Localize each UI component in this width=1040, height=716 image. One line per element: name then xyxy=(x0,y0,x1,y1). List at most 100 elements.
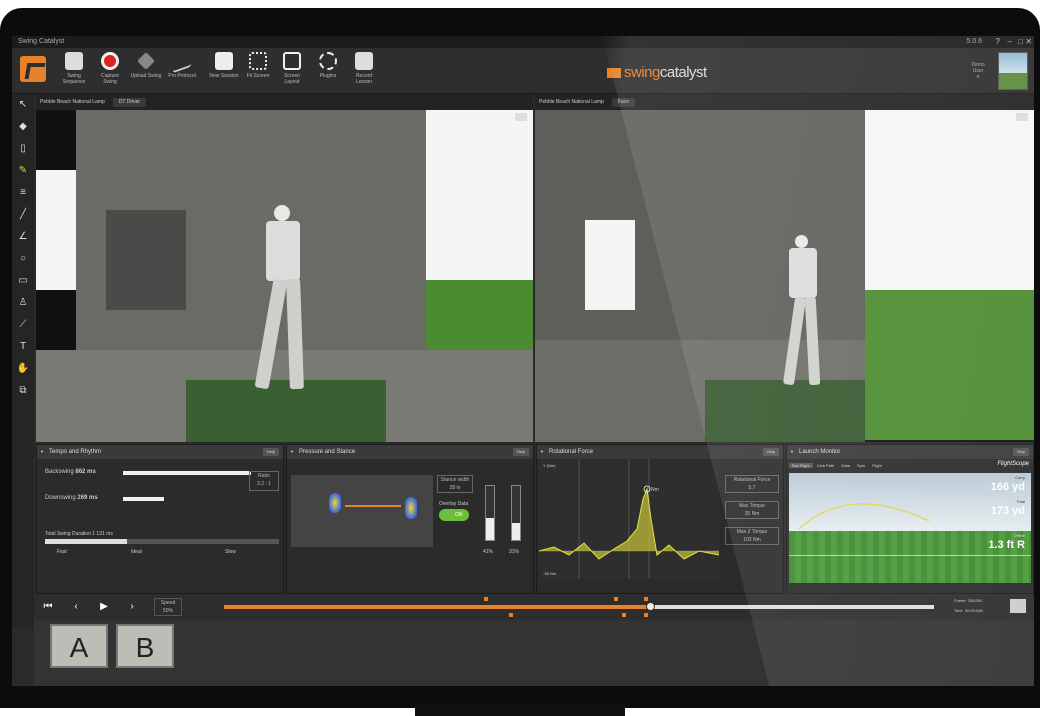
brand-logo: swingcatalyst xyxy=(607,64,707,81)
pro-protocol-button[interactable]: Pro Protocol xyxy=(166,48,198,92)
camera-tag[interactable]: Face xyxy=(611,98,635,107)
step-back-button[interactable]: ‹ xyxy=(66,597,86,617)
help-button[interactable]: Help xyxy=(512,448,529,456)
main-toolbar: Swing Sequence Capture Swing Upload Swin… xyxy=(12,48,1034,94)
grid-icon xyxy=(283,52,301,70)
pointer-icon[interactable]: ↖ xyxy=(16,98,30,112)
rotational-force-graph xyxy=(539,459,719,579)
text-icon[interactable]: T xyxy=(16,340,30,354)
backswing-label: Backswing 862 ms xyxy=(45,469,96,475)
camera-icon[interactable] xyxy=(515,113,527,121)
lines-icon[interactable]: ≡ xyxy=(16,186,30,200)
user-menu[interactable]: Demo User ▾ xyxy=(966,62,990,80)
right-foot-pressure xyxy=(405,497,417,519)
left-weight-gauge xyxy=(485,485,495,541)
upload-swing-button[interactable]: Upload Swing xyxy=(130,52,162,92)
record-icon xyxy=(101,52,119,70)
downswing-bar xyxy=(123,497,164,501)
swing-sequence-button[interactable]: Swing Sequence xyxy=(58,52,90,92)
pressure-map xyxy=(291,475,433,547)
angle-icon[interactable]: ∠ xyxy=(16,230,30,244)
tab-flight[interactable]: Flight xyxy=(869,463,885,468)
rectangle-icon[interactable]: ▭ xyxy=(16,274,30,288)
tab-spin[interactable]: Spin xyxy=(854,463,868,468)
circle-icon[interactable]: ○ xyxy=(16,252,30,266)
timeline-handle[interactable] xyxy=(646,602,655,611)
total-value: 173 yd xyxy=(990,505,1025,517)
help-button[interactable]: Help xyxy=(1012,448,1029,456)
sky xyxy=(865,110,1034,290)
tab-ball-flight[interactable]: Ball Flight xyxy=(789,463,813,468)
downswing-label: Downswing 269 ms xyxy=(45,495,98,501)
skip-start-button[interactable]: ⏮ xyxy=(38,597,58,617)
stance-width-box: Stance width 28 in xyxy=(437,475,473,493)
camera-icon xyxy=(355,52,373,70)
figure-icon[interactable]: ♙ xyxy=(16,296,30,310)
line-icon[interactable]: ╱ xyxy=(16,208,30,222)
eraser-icon[interactable]: ◆ xyxy=(16,120,30,134)
golfer-torso xyxy=(266,221,300,281)
overlay-label: Overlay Data xyxy=(439,501,469,507)
help-button[interactable]: Help xyxy=(762,448,779,456)
stat-box: Max Torque 35 Nm xyxy=(725,501,779,519)
close-icon[interactable]: ✕ xyxy=(1025,36,1032,48)
export-icon[interactable] xyxy=(1010,599,1026,613)
capture-swing-button[interactable]: Capture Swing xyxy=(94,52,126,92)
minimize-icon[interactable]: – xyxy=(1008,36,1012,48)
timeline-slider[interactable] xyxy=(224,597,934,617)
help-button[interactable]: Help xyxy=(262,448,279,456)
tab-data[interactable]: Data xyxy=(838,463,852,468)
offline-label: Offline xyxy=(1013,533,1026,538)
pencil-icon[interactable]: ✎ xyxy=(16,164,30,178)
trash-icon[interactable]: ▯ xyxy=(16,142,30,156)
record-lesson-button[interactable]: Record Lesson xyxy=(348,52,380,92)
landing-line xyxy=(789,555,1031,556)
app-logo[interactable] xyxy=(20,56,46,82)
slot-a-button[interactable]: A xyxy=(50,624,108,668)
overlay-toggle[interactable]: ON xyxy=(439,509,469,521)
window xyxy=(106,210,186,310)
timeline-marker[interactable] xyxy=(484,597,488,601)
video-pane-right[interactable]: Pebble Beach National Lamp Face xyxy=(535,94,1034,442)
timeline-marker[interactable] xyxy=(509,613,513,617)
window-title: Swing Catalyst xyxy=(18,38,65,45)
fit-screen-button[interactable]: Fit Screen xyxy=(242,52,274,92)
tempo-panel: Tempo and RhythmHelp Backswing 862 ms Do… xyxy=(36,444,284,594)
help-icon[interactable]: ? xyxy=(996,36,1000,48)
speed-control[interactable]: Speed 50% xyxy=(154,598,182,616)
club-icon xyxy=(173,48,191,74)
panel-header[interactable]: Pressure and StanceHelp xyxy=(287,445,533,459)
video-frame xyxy=(535,110,1034,442)
maximize-icon[interactable]: □ xyxy=(1018,36,1023,48)
tab-club-path[interactable]: Club Path xyxy=(814,463,838,468)
plugins-button[interactable]: Plugins xyxy=(312,52,344,92)
sky xyxy=(426,110,533,280)
ball-trajectory xyxy=(798,503,930,530)
golfer-torso xyxy=(789,248,817,298)
screen-layout-button[interactable]: Screen Layout xyxy=(276,52,308,92)
scale-slow: Slow xyxy=(225,549,236,555)
timeline-progress xyxy=(224,605,650,609)
new-session-button[interactable]: New Session xyxy=(208,52,240,92)
timeline-marker[interactable] xyxy=(614,597,618,601)
video-frame xyxy=(36,110,533,442)
grass xyxy=(865,290,1034,440)
user-avatar[interactable] xyxy=(998,52,1028,90)
video-pane-left[interactable]: Pebble Beach National Lamp DT Driver xyxy=(36,94,533,442)
layers-icon[interactable]: ⧉ xyxy=(16,384,30,398)
play-button[interactable]: ▶ xyxy=(94,597,114,617)
camera-icon[interactable] xyxy=(1016,113,1028,121)
polyline-icon[interactable]: ⟋ xyxy=(16,318,30,332)
slot-b-button[interactable]: B xyxy=(116,624,174,668)
hand-icon[interactable]: ✋ xyxy=(16,362,30,376)
scale-fast: Fast xyxy=(57,549,67,555)
y-axis-min-label: -38 Nm xyxy=(543,571,557,576)
panel-header[interactable]: Tempo and RhythmHelp xyxy=(37,445,283,459)
timeline-marker[interactable] xyxy=(644,613,648,617)
camera-tag[interactable]: DT Driver xyxy=(112,98,147,107)
panel-header[interactable]: Rotational ForceHelp xyxy=(537,445,783,459)
step-forward-button[interactable]: › xyxy=(122,597,142,617)
panel-header[interactable]: Launch MonitorHelp xyxy=(787,445,1033,459)
timeline-marker[interactable] xyxy=(622,613,626,617)
timeline-marker[interactable] xyxy=(644,597,648,601)
